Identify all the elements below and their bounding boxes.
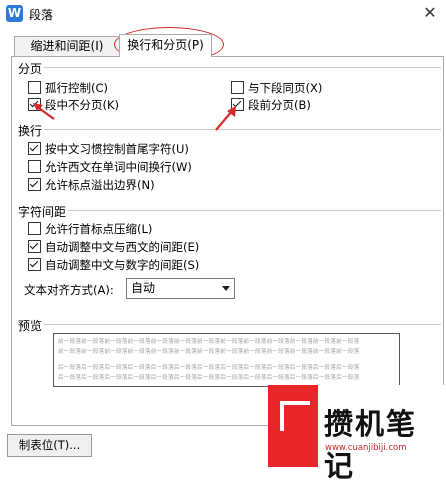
checkbox-auto-space-latin[interactable]: 自动调整中文与西文的间距(E) [28, 240, 199, 254]
checkbox-label: 段前分页(B) [248, 98, 311, 112]
checkbox-box[interactable] [231, 81, 244, 94]
checkbox-label: 按中文习惯控制首尾字符(U) [45, 142, 189, 156]
checkbox-widow-control[interactable]: 孤行控制(C) [28, 81, 108, 95]
checkbox-box[interactable] [28, 178, 41, 191]
divider [68, 210, 441, 211]
section-line-break-heading: 换行 [18, 124, 43, 138]
checkbox-compress-leading-punct[interactable]: 允许行首标点压缩(L) [28, 222, 152, 236]
checkbox-label: 允许标点溢出边界(N) [45, 178, 155, 192]
title-bar: W 段落 ✕ [0, 0, 446, 27]
checkbox-box[interactable] [28, 258, 41, 271]
watermark: 攒机笔记 www.cuanjibiji.com [268, 385, 446, 483]
tab-stops-button[interactable]: 制表位(T)... [7, 434, 92, 457]
checkbox-label: 允许行首标点压缩(L) [45, 222, 153, 236]
annotation-arrow-right [215, 106, 236, 131]
checkbox-hanging-punctuation[interactable]: 允许标点溢出边界(N) [28, 178, 155, 192]
window-title: 段落 [29, 8, 54, 22]
checkbox-auto-space-numbers[interactable]: 自动调整中文与数字的间距(S) [28, 258, 199, 272]
tab-indent-spacing[interactable]: 缩进和间距(I) [14, 36, 120, 56]
checkbox-label: 自动调整中文与西文的间距(E) [45, 240, 200, 254]
checkbox-box[interactable] [28, 81, 41, 94]
checkbox-label: 与下段同页(X) [248, 81, 323, 95]
checkbox-chinese-line-rules[interactable]: 按中文习惯控制首尾字符(U) [28, 142, 189, 156]
preview-line: 前一段落前一段落前一段落前一段落前一段落前一段落前一段落前一段落前一段落前一段落… [58, 339, 360, 345]
preview-line: 后一段落后一段落后一段落后一段落后一段落后一段落后一段落后一段落后一段落后一段落… [58, 375, 360, 381]
checkbox-keep-with-next[interactable]: 与下段同页(X) [231, 81, 322, 95]
annotation-arrow-left [33, 103, 55, 120]
checkbox-box[interactable] [28, 240, 41, 253]
section-preview-heading: 预览 [18, 319, 43, 333]
text-align-label: 文本对齐方式(A): [24, 283, 114, 297]
checkbox-box[interactable] [28, 222, 41, 235]
checkbox-box[interactable] [28, 142, 41, 155]
watermark-logo [268, 385, 318, 467]
checkbox-label: 允许西文在单词中间换行(W) [45, 160, 192, 174]
preview-line: 前一段落前一段落前一段落前一段落前一段落前一段落前一段落前一段落前一段落前一段落… [58, 349, 360, 355]
wps-writer-icon: W [6, 5, 23, 22]
checkbox-box[interactable] [28, 160, 41, 173]
preview-line: 后一段落后一段落后一段落后一段落后一段落后一段落后一段落后一段落后一段落后一段落… [58, 365, 360, 371]
text-align-select[interactable]: 自动 [126, 278, 235, 299]
divider [44, 67, 441, 68]
tab-line-page-break[interactable]: 换行和分页(P) [119, 34, 212, 57]
text-align-value: 自动 [131, 281, 156, 295]
section-pagination-heading: 分页 [18, 62, 43, 76]
close-icon[interactable]: ✕ [418, 1, 442, 25]
checkbox-page-break-before[interactable]: 段前分页(B) [231, 98, 311, 112]
divider [44, 324, 441, 325]
chevron-down-icon [222, 286, 230, 291]
watermark-url: www.cuanjibiji.com [325, 443, 407, 453]
divider [44, 129, 441, 130]
checkbox-latin-word-wrap[interactable]: 允许西文在单词中间换行(W) [28, 160, 192, 174]
section-char-spacing-heading: 字符间距 [18, 205, 67, 219]
checkbox-label: 自动调整中文与数字的间距(S) [45, 258, 200, 272]
checkbox-label: 孤行控制(C) [45, 81, 109, 95]
paragraph-preview: 前一段落前一段落前一段落前一段落前一段落前一段落前一段落前一段落前一段落前一段落… [53, 333, 400, 387]
